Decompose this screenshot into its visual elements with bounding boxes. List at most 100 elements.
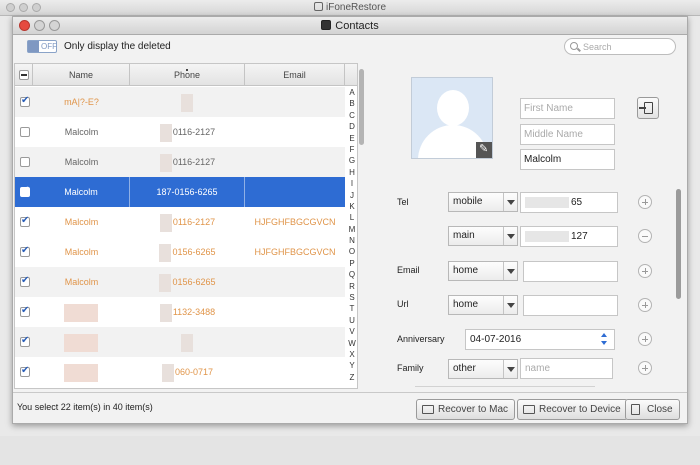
close-label: Close <box>647 404 673 415</box>
first-name-field[interactable] <box>520 98 615 119</box>
alphabet-letter[interactable]: U <box>345 315 357 326</box>
tel1-type-select[interactable]: mobile <box>448 192 518 212</box>
add-family-button[interactable] <box>638 361 652 375</box>
row-checkbox[interactable] <box>20 305 30 317</box>
table-row[interactable]: 1132-3488 <box>15 297 345 327</box>
alphabet-letter[interactable]: R <box>345 281 357 292</box>
cell-name <box>33 327 130 357</box>
cell-name: Malcolm <box>33 237 130 267</box>
row-checkbox[interactable] <box>20 185 30 197</box>
table-row[interactable]: Malcolm 0156-6265 HJFGHFBGCGVCN <box>15 237 345 267</box>
alphabet-letter[interactable]: F <box>345 144 357 155</box>
middle-name-field[interactable] <box>520 124 615 145</box>
cell-email <box>245 267 345 297</box>
alphabet-letter[interactable]: A <box>345 87 357 98</box>
alphabet-letter[interactable]: K <box>345 201 357 212</box>
alphabet-letter[interactable]: J <box>345 190 357 201</box>
alphabet-letter[interactable]: C <box>345 110 357 121</box>
anniversary-date-field[interactable]: 04-07-2016 <box>465 329 615 350</box>
last-name-field[interactable] <box>520 149 615 170</box>
url-field[interactable] <box>523 295 618 316</box>
table-row[interactable] <box>15 327 345 357</box>
alphabet-letter[interactable]: T <box>345 303 357 314</box>
email-type-select[interactable]: home <box>448 261 518 281</box>
row-checkbox[interactable] <box>20 275 30 287</box>
add-date-button[interactable] <box>638 332 652 346</box>
row-checkbox[interactable] <box>20 365 30 377</box>
alphabet-letter[interactable]: X <box>345 349 357 360</box>
alphabet-letter[interactable]: G <box>345 155 357 166</box>
tel2-type-select[interactable]: main <box>448 226 518 246</box>
date-stepper-icon[interactable] <box>601 333 608 346</box>
column-header-phone[interactable]: Phone <box>130 64 245 86</box>
deleted-only-toggle[interactable]: OFF <box>27 40 57 53</box>
row-checkbox[interactable] <box>20 335 30 347</box>
chevron-down-icon <box>503 227 517 245</box>
alphabet-letter[interactable]: Z <box>345 372 357 383</box>
tel-label: Tel <box>397 197 409 207</box>
alphabet-letter[interactable]: W <box>345 338 357 349</box>
alphabet-letter[interactable]: N <box>345 235 357 246</box>
table-row[interactable]: Malcolm 0116-2127 <box>15 117 345 147</box>
alphabet-letter[interactable]: B <box>345 98 357 109</box>
tel2-field[interactable]: 127 <box>520 226 618 247</box>
add-tel-button[interactable] <box>638 195 652 209</box>
family-type-select[interactable]: other <box>448 359 518 379</box>
alphabet-letter[interactable]: L <box>345 212 357 223</box>
edit-photo-icon[interactable] <box>476 142 492 158</box>
cell-phone <box>130 327 245 357</box>
redacted-text <box>159 153 172 172</box>
add-url-button[interactable] <box>638 298 652 312</box>
table-row[interactable]: mA|?-E? <box>15 87 345 117</box>
alphabet-letter[interactable]: E <box>345 133 357 144</box>
redacted-text <box>64 303 98 322</box>
alphabet-letter[interactable]: O <box>345 246 357 257</box>
table-row[interactable]: Malcolm 0116-2127 HJFGHFBGCGVCN <box>15 207 345 237</box>
redacted-digits <box>525 230 569 242</box>
zoom-window-button[interactable] <box>49 20 60 31</box>
row-checkbox[interactable] <box>20 127 30 137</box>
select-all-checkbox[interactable] <box>19 70 29 80</box>
add-email-button[interactable] <box>638 264 652 278</box>
remove-tel-button[interactable] <box>638 229 652 243</box>
alphabet-letter[interactable]: D <box>345 121 357 132</box>
row-checkbox[interactable] <box>20 245 30 257</box>
alphabet-letter[interactable]: M <box>345 224 357 235</box>
dialog-titlebar[interactable]: Contacts <box>13 17 687 35</box>
url-type-select[interactable]: home <box>448 295 518 315</box>
search-box[interactable] <box>564 38 676 55</box>
family-name-field[interactable]: name <box>520 358 613 379</box>
alphabet-letter[interactable]: Y <box>345 360 357 371</box>
recover-to-mac-button[interactable]: Recover to Mac <box>416 399 516 420</box>
table-row[interactable]: Malcolm 187-0156-6265 <box>15 177 345 207</box>
alphabet-letter[interactable]: S <box>345 292 357 303</box>
tel1-field[interactable]: 65 <box>520 192 618 213</box>
alphabet-letter[interactable]: V <box>345 326 357 337</box>
alphabet-letter[interactable]: H <box>345 167 357 178</box>
column-header-name[interactable]: Name <box>33 64 130 86</box>
table-scrollbar[interactable] <box>358 63 365 389</box>
table-scroll-thumb[interactable] <box>359 69 364 145</box>
alphabet-letter[interactable]: Q <box>345 269 357 280</box>
recover-to-device-button[interactable]: Recover to Device <box>517 399 628 420</box>
tel1-value: 65 <box>571 197 583 208</box>
table-row[interactable]: Malcolm 0156-6265 <box>15 267 345 297</box>
minimize-window-button[interactable] <box>34 20 45 31</box>
close-window-button[interactable] <box>19 20 30 31</box>
column-header-email[interactable]: Email <box>245 64 345 86</box>
alphabet-letter[interactable]: I <box>345 178 357 189</box>
row-checkbox[interactable] <box>20 215 30 227</box>
search-input[interactable] <box>583 40 671 53</box>
email-field[interactable] <box>523 261 618 282</box>
table-row[interactable]: 060-0717 <box>15 357 345 387</box>
row-checkbox[interactable] <box>20 157 30 167</box>
row-checkbox[interactable] <box>20 95 30 107</box>
close-button[interactable]: Close <box>625 399 680 420</box>
contact-photo[interactable] <box>411 77 493 159</box>
background-window-controls <box>6 3 45 15</box>
detail-scrollbar[interactable] <box>676 189 681 299</box>
table-row[interactable]: Malcolm 0116-2127 <box>15 147 345 177</box>
alphabet-letter[interactable]: P <box>345 258 357 269</box>
import-contact-button[interactable] <box>637 97 659 119</box>
recover-to-mac-label: Recover to Mac <box>438 404 509 415</box>
